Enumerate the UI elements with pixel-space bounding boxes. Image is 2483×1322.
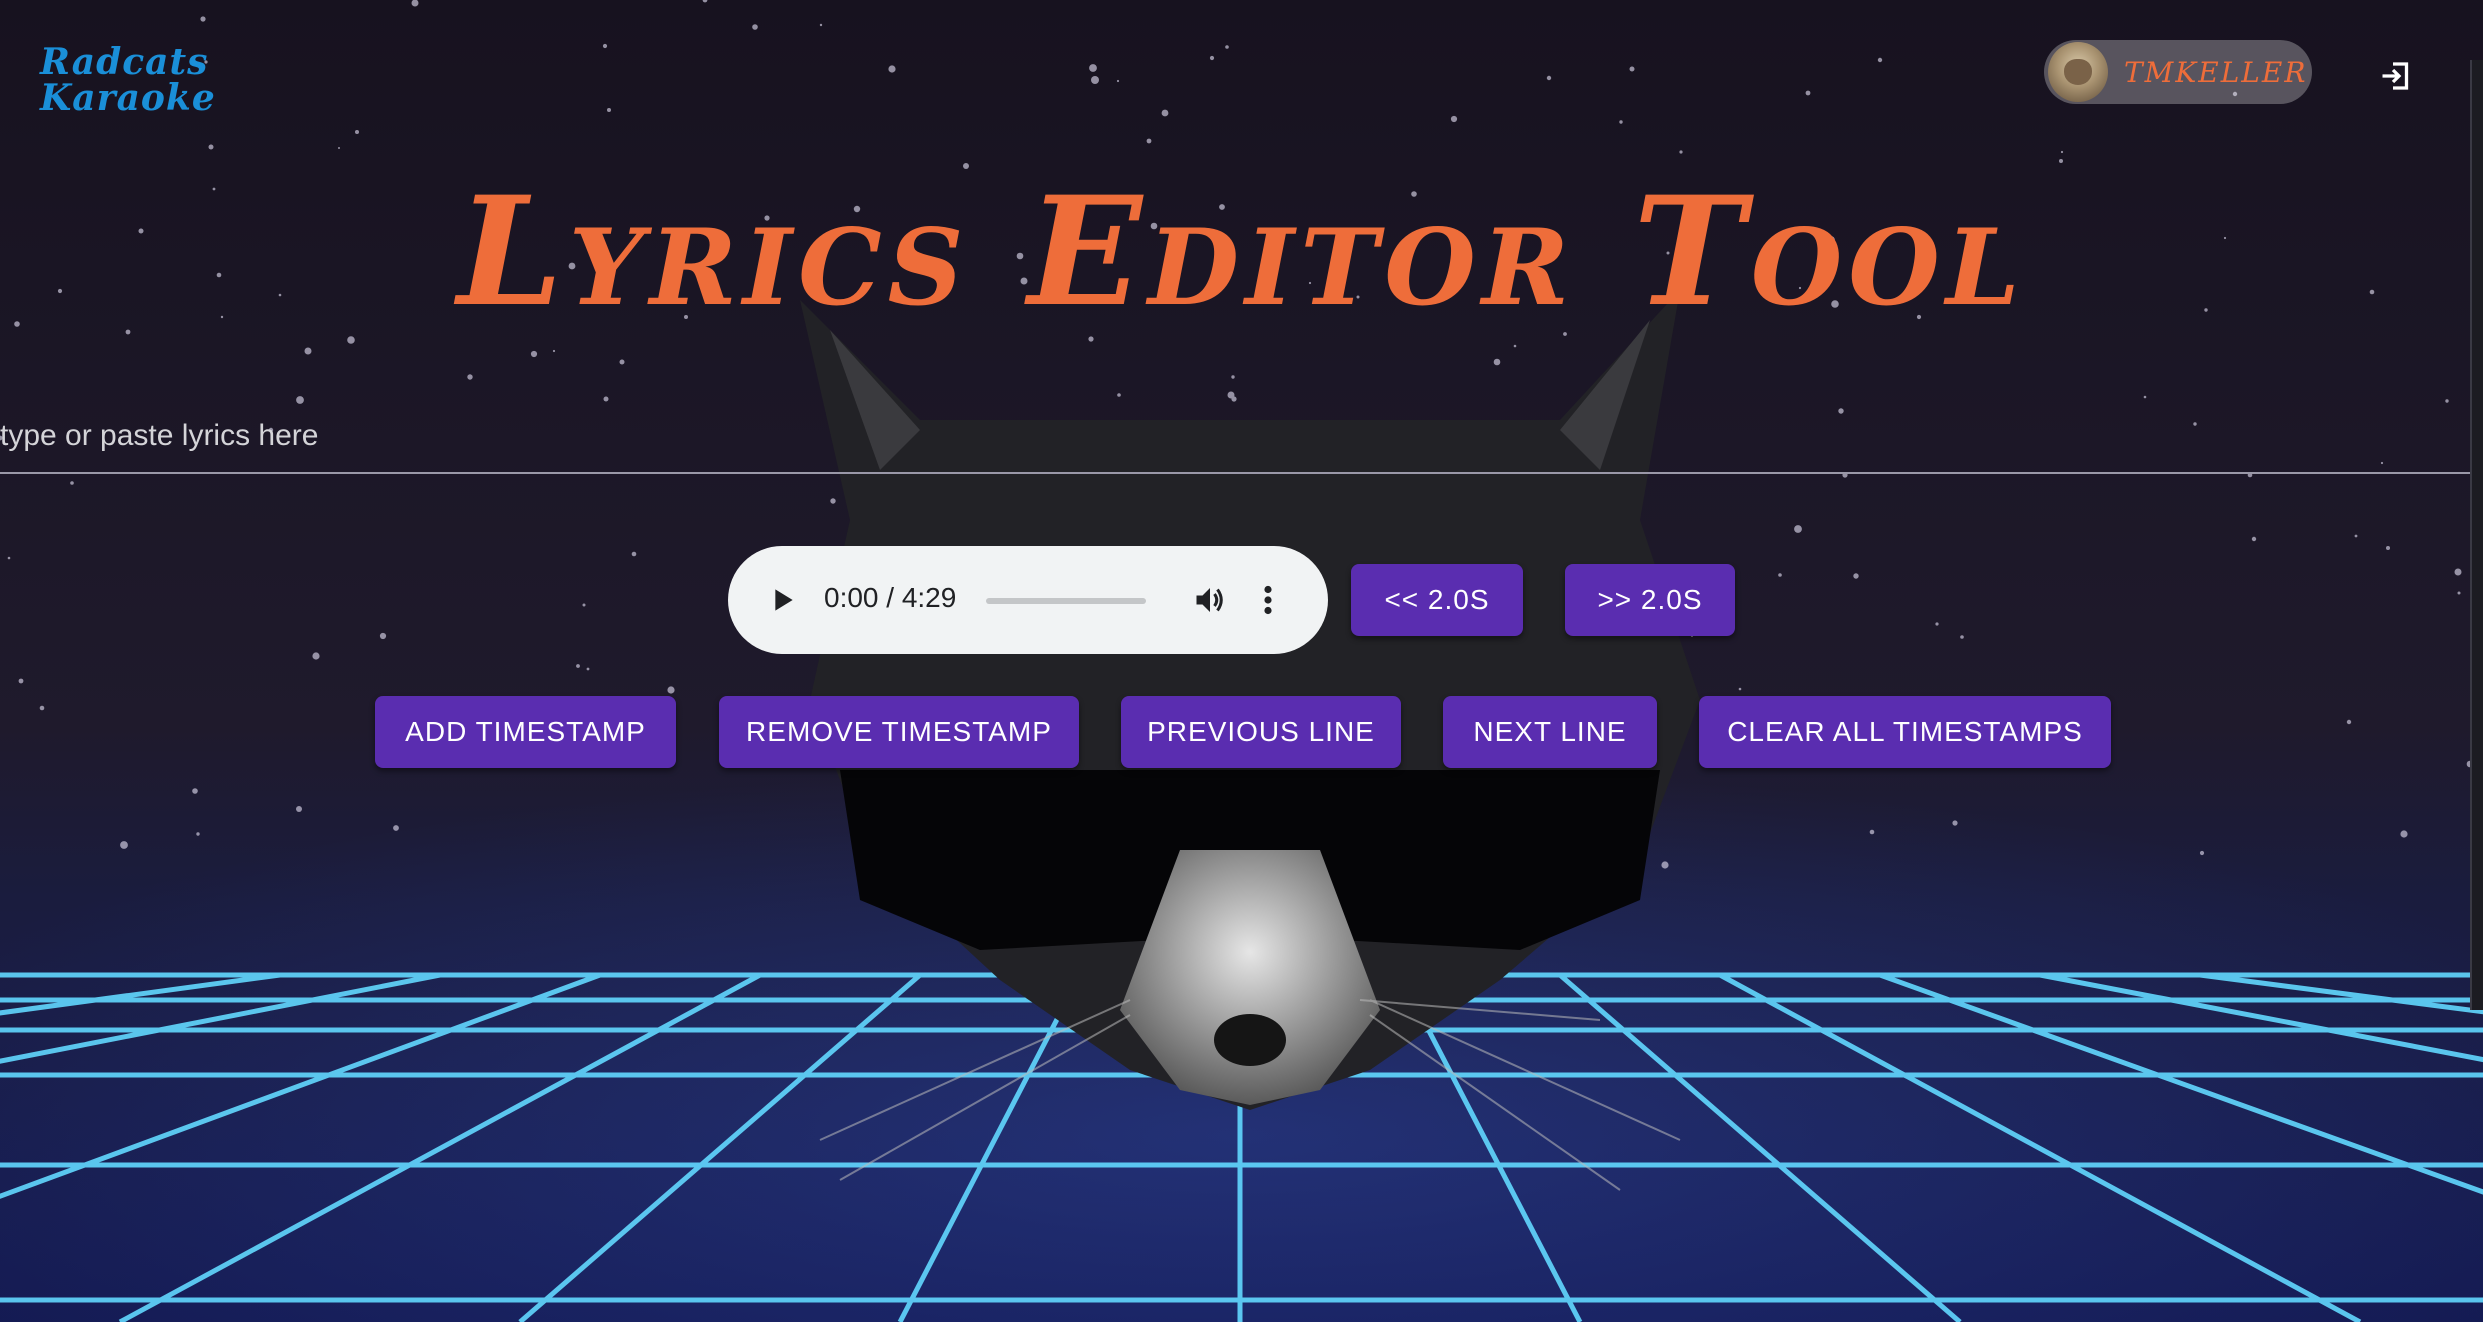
logo-line-1: Radcats (40, 41, 209, 83)
cat-avatar-icon (2048, 42, 2108, 102)
page-scrollbar[interactable] (2470, 60, 2483, 1010)
more-vertical-icon[interactable] (1260, 582, 1276, 618)
seek-back-button[interactable]: << 2.0S (1351, 564, 1523, 636)
page-title: Lyrics Editor Tool (457, 164, 2026, 340)
next-line-button[interactable]: NEXT LINE (1443, 696, 1657, 768)
play-icon[interactable] (766, 584, 798, 616)
audio-player[interactable]: 0:00 / 4:29 (728, 546, 1328, 654)
audio-progress-bar[interactable] (986, 598, 1146, 604)
app-logo[interactable]: Radcats Karaoke (40, 44, 240, 116)
remove-timestamp-button[interactable]: REMOVE TIMESTAMP (719, 696, 1079, 768)
user-chip[interactable]: TMKELLER (2044, 40, 2312, 104)
lyrics-input[interactable] (0, 400, 2472, 474)
previous-line-button[interactable]: PREVIOUS LINE (1121, 696, 1401, 768)
logout-icon[interactable] (2378, 58, 2414, 94)
logo-line-2: Karaoke (40, 77, 216, 119)
time-display: 0:00 / 4:29 (824, 582, 957, 613)
username: TMKELLER (2124, 55, 2308, 89)
add-timestamp-button[interactable]: ADD TIMESTAMP (375, 696, 676, 768)
clear-all-timestamps-button[interactable]: CLEAR ALL TIMESTAMPS (1699, 696, 2111, 768)
seek-forward-button[interactable]: >> 2.0S (1565, 564, 1735, 636)
volume-icon[interactable] (1192, 582, 1228, 618)
